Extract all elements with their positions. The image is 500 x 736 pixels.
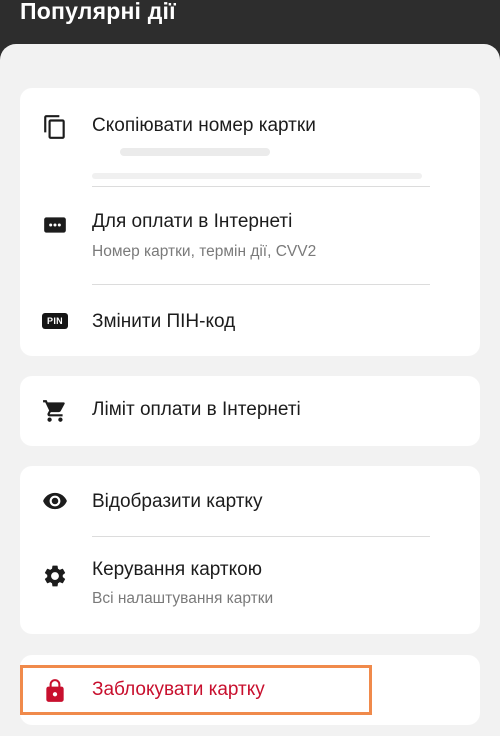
- change-pin-label: Змінити ПІН-код: [92, 311, 236, 332]
- card-main-actions: Скопіювати номер картки Для оплати в Інт…: [20, 88, 480, 356]
- copy-card-number-label: Скопіювати номер картки: [92, 115, 316, 136]
- online-payment-sublabel: Номер картки, термін дії, CVV2: [92, 243, 317, 260]
- cart-icon: [42, 398, 68, 424]
- card-settings-sublabel: Всі налаштування картки: [92, 590, 274, 607]
- show-card-label: Відобразити картку: [92, 491, 263, 512]
- card-settings-label: Керування карткою: [92, 559, 262, 580]
- masked-card-number: [120, 148, 270, 156]
- highlight-box: [20, 665, 372, 715]
- eye-icon: [42, 488, 68, 514]
- online-payment-label: Для оплати в Інтернеті: [92, 211, 293, 232]
- actions-sheet: Скопіювати номер картки Для оплати в Інт…: [0, 44, 500, 736]
- show-card-item[interactable]: Відобразити картку: [20, 466, 480, 536]
- online-payment-item[interactable]: Для оплати в Інтернеті Номер картки, тер…: [20, 187, 480, 285]
- card-settings-item[interactable]: Керування карткою Всі налаштування картк…: [20, 537, 480, 634]
- online-limit-label: Ліміт оплати в Інтернеті: [92, 399, 301, 420]
- pin-icon: PIN: [42, 313, 68, 329]
- copy-card-number-item[interactable]: Скопіювати номер картки: [20, 88, 480, 188]
- card-display: Відобразити картку Керування карткою Всі…: [20, 466, 480, 634]
- online-limit-item[interactable]: Ліміт оплати в Інтернеті: [20, 376, 480, 446]
- copy-icon: [42, 114, 68, 140]
- change-pin-item[interactable]: PIN Змінити ПІН-код: [20, 285, 480, 356]
- page-title: Популярні дії: [20, 0, 176, 24]
- header: Популярні дії: [0, 0, 500, 46]
- gear-icon: [42, 563, 68, 589]
- masked-card-number-2: [92, 173, 422, 179]
- card-limit: Ліміт оплати в Інтернеті: [20, 376, 480, 446]
- dots-card-icon: [42, 212, 68, 238]
